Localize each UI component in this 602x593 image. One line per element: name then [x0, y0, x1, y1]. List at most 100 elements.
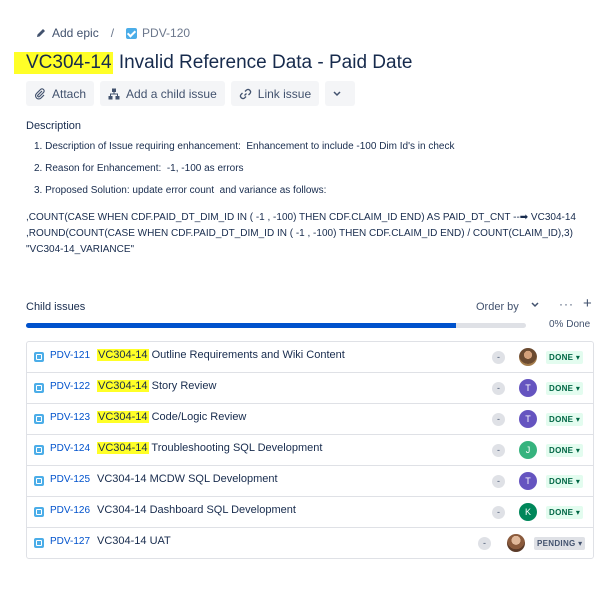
child-issue-summary[interactable]: VC304-14 Troubleshooting SQL Development — [97, 442, 322, 454]
chevron-down-icon[interactable] — [531, 302, 539, 308]
attach-button[interactable]: Attach — [26, 81, 95, 106]
subtask-icon — [34, 383, 44, 393]
assignee-avatar[interactable] — [507, 534, 525, 552]
assignee-avatar[interactable]: J — [519, 441, 537, 459]
add-child-icon[interactable]: + — [583, 295, 592, 312]
breadcrumb: Add epic / PDV-120 — [36, 24, 190, 42]
summary-highlight: VC304-14 — [97, 411, 149, 423]
sql-line: "VC304-14_VARIANCE" — [26, 244, 135, 255]
assignee-avatar[interactable]: T — [519, 410, 537, 428]
assignee-avatar[interactable]: K — [519, 503, 537, 521]
add-child-issue-button[interactable]: Add a child issue — [100, 81, 225, 106]
description-list[interactable]: 1. Description of Issue requiring enhanc… — [34, 140, 454, 206]
child-issue-summary[interactable]: VC304-14 Outline Requirements and Wiki C… — [97, 349, 345, 361]
summary-highlight: VC304-14 — [97, 380, 149, 392]
assignee-avatar[interactable]: T — [519, 379, 537, 397]
status-dropdown[interactable]: DONE ▾ — [546, 475, 584, 488]
status-dropdown[interactable]: DONE ▾ — [546, 444, 584, 457]
priority-icon[interactable]: - — [492, 413, 505, 426]
priority-icon[interactable]: - — [478, 537, 491, 550]
more-actions-button[interactable] — [325, 81, 356, 106]
sql-line: ,COUNT(CASE WHEN CDF.PAID_DT_DIM_ID IN (… — [26, 212, 576, 223]
summary-highlight: VC304-14 — [97, 349, 149, 361]
more-options-icon[interactable]: ··· — [559, 297, 574, 311]
summary-text: Code/Logic Review — [148, 411, 247, 423]
child-progress-bar — [26, 323, 526, 328]
child-issue-row[interactable]: PDV-126 VC304-14 Dashboard SQL Developmen… — [27, 497, 593, 528]
status-dropdown[interactable]: DONE ▾ — [546, 382, 584, 395]
summary-text: Story Review — [148, 380, 217, 392]
chevron-down-icon — [333, 90, 341, 96]
subtask-icon — [34, 476, 44, 486]
child-issue-key[interactable]: PDV-122 — [50, 381, 90, 392]
status-label: DONE — [549, 477, 574, 486]
child-issue-row[interactable]: PDV-124 VC304-14 Troubleshooting SQL Deve… — [27, 435, 593, 466]
summary-text: VC304-14 UAT — [97, 535, 171, 547]
assignee-avatar[interactable]: T — [519, 472, 537, 490]
child-progress-fill — [26, 323, 456, 328]
chevron-down-icon: ▾ — [578, 539, 583, 548]
child-issue-summary[interactable]: VC304-14 UAT — [97, 535, 171, 547]
status-label: DONE — [549, 508, 574, 517]
link-issue-label: Link issue — [257, 86, 312, 101]
subtask-icon — [34, 414, 44, 424]
add-child-label: Add a child issue — [126, 86, 217, 101]
link-icon — [239, 88, 251, 99]
status-label: PENDING — [537, 539, 576, 548]
chevron-down-icon: ▾ — [575, 384, 581, 393]
child-progress-text: 0% Done — [549, 319, 591, 330]
status-dropdown[interactable]: DONE ▾ — [546, 413, 584, 426]
chevron-down-icon: ▾ — [575, 508, 581, 517]
child-issue-row[interactable]: PDV-127 VC304-14 UAT - PENDING ▾ — [27, 528, 593, 558]
description-item: 2. Reason for Enhancement: -1, -100 as e… — [34, 163, 244, 174]
child-issue-row[interactable]: PDV-121 VC304-14 Outline Requirements and… — [27, 342, 593, 373]
child-issue-summary[interactable]: VC304-14 MCDW SQL Development — [97, 473, 278, 485]
subtask-icon — [34, 445, 44, 455]
add-epic-link[interactable]: Add epic — [52, 26, 99, 40]
child-issue-key[interactable]: PDV-126 — [50, 505, 90, 516]
status-dropdown[interactable]: DONE ▾ — [546, 506, 584, 519]
child-issue-row[interactable]: PDV-122 VC304-14 Story Review - T DONE ▾ — [27, 373, 593, 404]
sql-line: ,ROUND(COUNT(CASE WHEN CDF.PAID_DT_DIM_I… — [26, 228, 573, 239]
priority-icon[interactable]: - — [492, 475, 505, 488]
link-issue-button[interactable]: Link issue — [230, 81, 320, 106]
status-dropdown[interactable]: DONE ▾ — [546, 351, 584, 364]
parent-issue-link[interactable]: PDV-120 — [142, 26, 190, 40]
status-label: DONE — [549, 415, 574, 424]
priority-icon[interactable]: - — [492, 506, 505, 519]
description-sql[interactable]: ,COUNT(CASE WHEN CDF.PAID_DT_DIM_ID IN (… — [26, 210, 576, 258]
assignee-avatar[interactable] — [519, 348, 537, 366]
order-by-button[interactable]: Order by — [476, 301, 519, 313]
summary-text: VC304-14 Dashboard SQL Development — [97, 504, 296, 516]
child-issue-summary[interactable]: VC304-14 Story Review — [97, 380, 216, 392]
child-issue-summary[interactable]: VC304-14 Code/Logic Review — [97, 411, 246, 423]
status-label: DONE — [549, 384, 574, 393]
child-issue-row[interactable]: PDV-125 VC304-14 MCDW SQL Development - T DO… — [27, 466, 593, 497]
issue-title-text: Invalid Reference Data - Paid Date — [113, 52, 413, 73]
child-issue-key[interactable]: PDV-127 — [50, 536, 90, 547]
attach-label: Attach — [52, 86, 87, 101]
child-issues-header: Child issues Order by ··· + — [26, 295, 594, 317]
chevron-down-icon: ▾ — [575, 477, 581, 486]
issue-title[interactable]: VC304-14 Invalid Reference Data - Paid D… — [14, 50, 412, 76]
child-issue-key[interactable]: PDV-125 — [50, 474, 90, 485]
child-issue-key[interactable]: PDV-124 — [50, 443, 90, 454]
status-label: DONE — [549, 446, 574, 455]
breadcrumb-separator: / — [110, 26, 115, 40]
summary-text: Troubleshooting SQL Development — [148, 442, 323, 454]
task-checkbox-icon — [126, 27, 138, 39]
child-issue-key[interactable]: PDV-123 — [50, 412, 90, 423]
issue-title-key: VC304-14 — [14, 52, 113, 74]
priority-icon[interactable]: - — [492, 444, 505, 457]
child-issue-row[interactable]: PDV-123 VC304-14 Code/Logic Review - T DONE … — [27, 404, 593, 435]
subtask-icon — [34, 538, 44, 548]
status-dropdown[interactable]: PENDING ▾ — [534, 537, 586, 550]
child-issue-key[interactable]: PDV-121 — [50, 350, 90, 361]
chevron-down-icon: ▾ — [575, 446, 581, 455]
pencil-icon — [37, 29, 45, 37]
child-issue-summary[interactable]: VC304-14 Dashboard SQL Development — [97, 504, 296, 516]
priority-icon[interactable]: - — [492, 351, 505, 364]
summary-highlight: VC304-14 — [97, 442, 149, 454]
priority-icon[interactable]: - — [492, 382, 505, 395]
chevron-down-icon: ▾ — [575, 415, 581, 424]
